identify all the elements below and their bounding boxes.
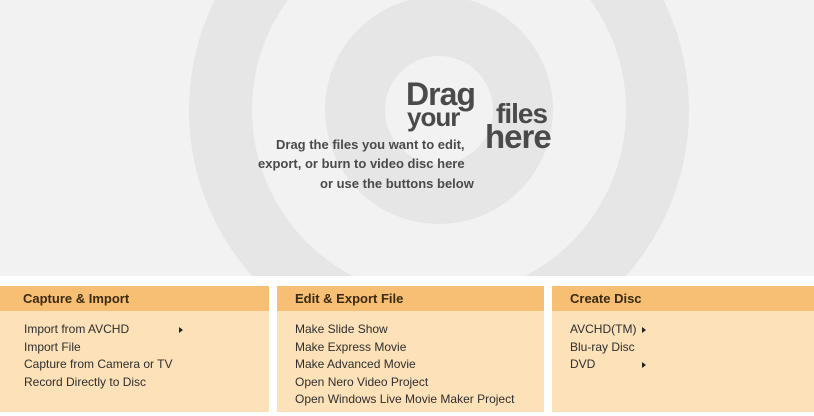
open-movie-maker-project-item[interactable]: Open Windows Live Movie Maker Project: [277, 391, 544, 409]
drop-instruction-line: Drag the files you want to edit,: [276, 137, 465, 152]
panel-title: Create Disc: [552, 286, 814, 311]
menu-item-label: Import from AVCHD: [24, 322, 130, 336]
menu-item-label: Open Windows Live Movie Maker Project: [295, 392, 515, 407]
menu-item-label: Make Advanced Movie: [295, 357, 416, 372]
hero-word-here: here: [485, 118, 552, 155]
make-slide-show-item[interactable]: Make Slide Show: [277, 321, 544, 339]
menu-item-label: Blu-ray Disc: [570, 339, 635, 354]
menu-item-label: Make Express Movie: [295, 339, 407, 354]
menu-item-label: Capture from Camera or TV: [24, 357, 173, 372]
avchd-disc-item[interactable]: AVCHD(TM): [552, 321, 814, 339]
drop-instruction-line: or use the buttons below: [320, 176, 474, 191]
capture-from-camera-item[interactable]: Capture from Camera or TV: [0, 356, 269, 374]
open-nero-video-project-item[interactable]: Open Nero Video Project: [277, 374, 544, 392]
menu-item-label: Make Slide Show: [295, 322, 388, 336]
create-disc-panel: Create Disc AVCHD(TM) Blu-ray Disc DVD: [552, 286, 814, 412]
blu-ray-disc-item[interactable]: Blu-ray Disc: [552, 339, 814, 357]
dvd-item[interactable]: DVD: [552, 356, 814, 374]
edit-export-panel: Edit & Export File Make Slide Show Make …: [277, 286, 544, 412]
panel-title: Edit & Export File: [277, 286, 544, 311]
menu-item-label: Record Directly to Disc: [24, 374, 147, 389]
menu-item-label: Open Nero Video Project: [295, 374, 429, 389]
hero-word-your: your: [407, 102, 460, 132]
import-from-avchd-item[interactable]: Import from AVCHD: [0, 321, 269, 339]
panel-title: Capture & Import: [0, 286, 269, 311]
import-file-item[interactable]: Import File: [0, 339, 269, 357]
capture-import-panel: Capture & Import Import from AVCHD Impor…: [0, 286, 269, 412]
menu-item-label: Import File: [24, 339, 81, 354]
make-express-movie-item[interactable]: Make Express Movie: [277, 339, 544, 357]
menu-item-label: AVCHD(TM): [570, 322, 637, 336]
menu-item-label: DVD: [570, 357, 596, 372]
submenu-arrow-icon: [642, 327, 646, 333]
record-directly-to-disc-item[interactable]: Record Directly to Disc: [0, 374, 269, 392]
drop-zone[interactable]: Drag your files here Drag the files you …: [0, 0, 814, 276]
drop-instruction-line: export, or burn to video disc here: [258, 156, 465, 171]
submenu-arrow-icon: [642, 362, 646, 369]
make-advanced-movie-item[interactable]: Make Advanced Movie: [277, 356, 544, 374]
submenu-arrow-icon: [179, 327, 183, 333]
